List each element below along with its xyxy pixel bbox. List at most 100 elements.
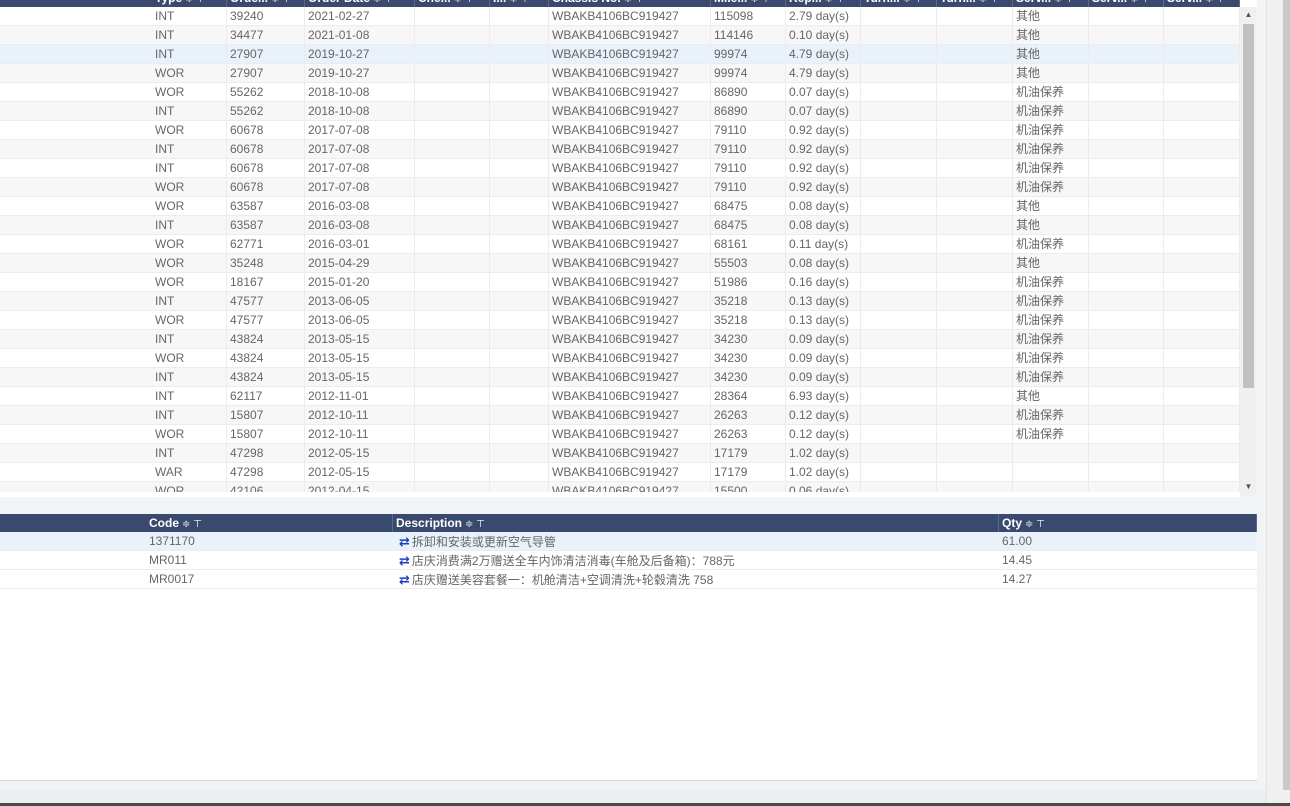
cell-service-2 <box>1089 235 1164 254</box>
column-header-code[interactable]: Code ≑ ⊤ <box>146 514 393 532</box>
window-scrollbar-thumb[interactable] <box>1283 0 1290 790</box>
table-row[interactable]: WOR 62771 2016-03-01 WBAKB4106BC919427 68161… <box>0 235 1240 254</box>
table-row[interactable]: WOR 63587 2016-03-08 WBAKB4106BC919427 68475… <box>0 197 1240 216</box>
table-row[interactable]: INT 15807 2012-10-11 WBAKB4106BC919427 26263… <box>0 406 1240 425</box>
cell-repair-time: 0.92 day(s) <box>786 178 861 197</box>
column-header-repair-time[interactable]: Rep...≑ ⊤ <box>786 0 861 7</box>
list-item[interactable]: 1371170 ⇄ 拆卸和安装或更新空气导管 61.00 <box>0 532 1257 551</box>
column-header-check[interactable]: Che...≑ ⊤ <box>415 0 490 7</box>
sort-filter-icon[interactable]: ≑ ⊤ <box>271 0 291 5</box>
cell-turnover-1 <box>861 159 937 178</box>
cell-repair-time: 4.79 day(s) <box>786 45 861 64</box>
cell-check <box>415 482 490 492</box>
cell-mileage: 26263 <box>711 425 786 444</box>
cell-turnover-1 <box>861 311 937 330</box>
column-header-order-date[interactable]: Order Date≑ ⊤ <box>305 0 415 7</box>
table-row[interactable]: WOR 35248 2015-04-29 WBAKB4106BC919427 55503… <box>0 254 1240 273</box>
table-row[interactable]: INT 39240 2021-02-27 WBAKB4106BC919427 11509… <box>0 7 1240 26</box>
column-header-i[interactable]: I...≑ ⊤ <box>490 0 549 7</box>
cell-service-2 <box>1089 83 1164 102</box>
cell-mileage: 115098 <box>711 7 786 26</box>
cell-service-3 <box>1164 406 1240 425</box>
column-header-service-1[interactable]: Serv...≑ ⊤ <box>1013 0 1089 7</box>
cell-code: MR0017 <box>149 572 195 586</box>
cell-chassis-no: WBAKB4106BC919427 <box>549 235 711 254</box>
column-header-turnover-1[interactable]: Turn...≑ ⊤ <box>861 0 937 7</box>
column-header-qty[interactable]: Qty ≑ ⊤ <box>999 514 1257 532</box>
cell-code: MR011 <box>149 553 187 567</box>
table-row[interactable]: INT 43824 2013-05-15 WBAKB4106BC919427 34230… <box>0 330 1240 349</box>
column-header-service-3[interactable]: Serv...≑ ⊤ <box>1164 0 1240 7</box>
swap-arrows-icon[interactable]: ⇄ <box>399 572 410 587</box>
cell-mileage: 26263 <box>711 406 786 425</box>
sort-filter-icon[interactable]: ≑ ⊤ <box>825 0 845 5</box>
list-item[interactable]: MR011 ⇄ 店庆消费满2万赠送全车内饰清洁消毒(车舱及后备箱)：788元 14.4… <box>0 551 1257 570</box>
window-scrollbar[interactable] <box>1266 0 1290 806</box>
sort-filter-icon[interactable]: ≑ ⊤ <box>903 0 923 5</box>
table-row[interactable]: INT 60678 2017-07-08 WBAKB4106BC919427 79110… <box>0 159 1240 178</box>
scroll-up-icon[interactable]: ▲ <box>1240 7 1257 23</box>
column-header-chassis-no[interactable]: Chassis No.≑ ⊤ <box>549 0 711 7</box>
column-header-order-no[interactable]: Orde...≑ ⊤ <box>227 0 305 7</box>
list-item[interactable]: MR0017 ⇄ 店庆赠送美容套餐一：机舱清洁+空调清洗+轮毂清洗 758 14.27 <box>0 570 1257 589</box>
sort-filter-icon[interactable]: ≑ ⊤ <box>454 0 474 5</box>
table-row[interactable]: WOR 47577 2013-06-05 WBAKB4106BC919427 35218… <box>0 311 1240 330</box>
table-row[interactable]: WOR 27907 2019-10-27 WBAKB4106BC919427 99974… <box>0 64 1240 83</box>
table-row[interactable]: WOR 15807 2012-10-11 WBAKB4106BC919427 26263… <box>0 425 1240 444</box>
column-header-description[interactable]: Description ≑ ⊤ <box>393 514 999 532</box>
cell-check <box>415 330 490 349</box>
table-row[interactable]: WOR 55262 2018-10-08 WBAKB4106BC919427 86890… <box>0 83 1240 102</box>
cell-turnover-2 <box>937 140 1013 159</box>
sort-filter-icon[interactable]: ≑ ⊤ <box>373 0 393 5</box>
table-row[interactable]: INT 47577 2013-06-05 WBAKB4106BC919427 35218… <box>0 292 1240 311</box>
column-header-mileage[interactable]: Mile...≑ ⊤ <box>711 0 786 7</box>
cell-service-1: 机油保养 <box>1013 311 1089 330</box>
sort-filter-icon[interactable]: ≑ ⊤ <box>1025 519 1045 530</box>
table-row[interactable]: INT 55262 2018-10-08 WBAKB4106BC919427 86890… <box>0 102 1240 121</box>
sort-filter-icon[interactable]: ≑ ⊤ <box>750 0 770 5</box>
scroll-down-icon[interactable]: ▼ <box>1240 479 1257 495</box>
sort-filter-icon[interactable]: ≑ ⊤ <box>1054 0 1074 5</box>
swap-arrows-icon[interactable]: ⇄ <box>399 553 410 568</box>
sort-filter-icon[interactable]: ≑ ⊤ <box>509 0 529 5</box>
table-row[interactable]: INT 60678 2017-07-08 WBAKB4106BC919427 79110… <box>0 140 1240 159</box>
sort-filter-icon[interactable]: ≑ ⊤ <box>979 0 999 5</box>
column-header-label: Order Date <box>308 0 370 5</box>
table-row[interactable]: WOR 42106 2012-04-15 WBAKB4106BC919427 15500… <box>0 482 1240 492</box>
column-header-turnover-2[interactable]: Turn...≑ ⊤ <box>937 0 1013 7</box>
cell-repair-time: 0.11 day(s) <box>786 235 861 254</box>
column-header-service-2[interactable]: Serv...≑ ⊤ <box>1089 0 1164 7</box>
sort-filter-icon[interactable]: ≑ ⊤ <box>624 0 644 5</box>
cell-chassis-no: WBAKB4106BC919427 <box>549 387 711 406</box>
cell-turnover-1 <box>861 254 937 273</box>
cell-service-2 <box>1089 197 1164 216</box>
scrollbar-thumb[interactable] <box>1243 24 1254 388</box>
sort-filter-icon[interactable]: ≑ ⊤ <box>1205 0 1225 5</box>
cell-mileage: 17179 <box>711 463 786 482</box>
table-row[interactable]: WOR 43824 2013-05-15 WBAKB4106BC919427 34230… <box>0 349 1240 368</box>
sort-filter-icon[interactable]: ≑ ⊤ <box>182 519 202 530</box>
table-row[interactable]: INT 62117 2012-11-01 WBAKB4106BC919427 28364… <box>0 387 1240 406</box>
table-row[interactable]: WOR 60678 2017-07-08 WBAKB4106BC919427 79110… <box>0 121 1240 140</box>
sort-filter-icon[interactable]: ≑ ⊤ <box>1130 0 1150 5</box>
column-header-type[interactable]: Type≑ ⊤ <box>152 0 227 7</box>
cell-chassis-no: WBAKB4106BC919427 <box>549 26 711 45</box>
cell-order-no: 27907 <box>227 64 305 83</box>
table-row[interactable]: INT 47298 2012-05-15 WBAKB4106BC919427 17179… <box>0 444 1240 463</box>
table-row[interactable]: INT 43824 2013-05-15 WBAKB4106BC919427 34230… <box>0 368 1240 387</box>
repair-history-scrollbar[interactable]: ▲ ▼ <box>1240 7 1257 497</box>
table-row[interactable]: WAR 47298 2012-05-15 WBAKB4106BC919427 17179… <box>0 463 1240 482</box>
table-row[interactable]: INT 34477 2021-01-08 WBAKB4106BC919427 11414… <box>0 26 1240 45</box>
table-row[interactable]: WOR 18167 2015-01-20 WBAKB4106BC919427 51986… <box>0 273 1240 292</box>
sort-filter-icon[interactable]: ≑ ⊤ <box>185 0 205 5</box>
cell-service-2 <box>1089 273 1164 292</box>
cell-check <box>415 45 490 64</box>
table-row[interactable]: INT 63587 2016-03-08 WBAKB4106BC919427 68475… <box>0 216 1240 235</box>
cell-service-3 <box>1164 292 1240 311</box>
cell-service-3 <box>1164 387 1240 406</box>
table-row[interactable]: INT 27907 2019-10-27 WBAKB4106BC919427 99974… <box>0 45 1240 64</box>
sort-filter-icon[interactable]: ≑ ⊤ <box>465 519 485 530</box>
swap-arrows-icon[interactable]: ⇄ <box>399 534 410 549</box>
cell-type: INT <box>152 7 227 26</box>
table-row[interactable]: WOR 60678 2017-07-08 WBAKB4106BC919427 79110… <box>0 178 1240 197</box>
